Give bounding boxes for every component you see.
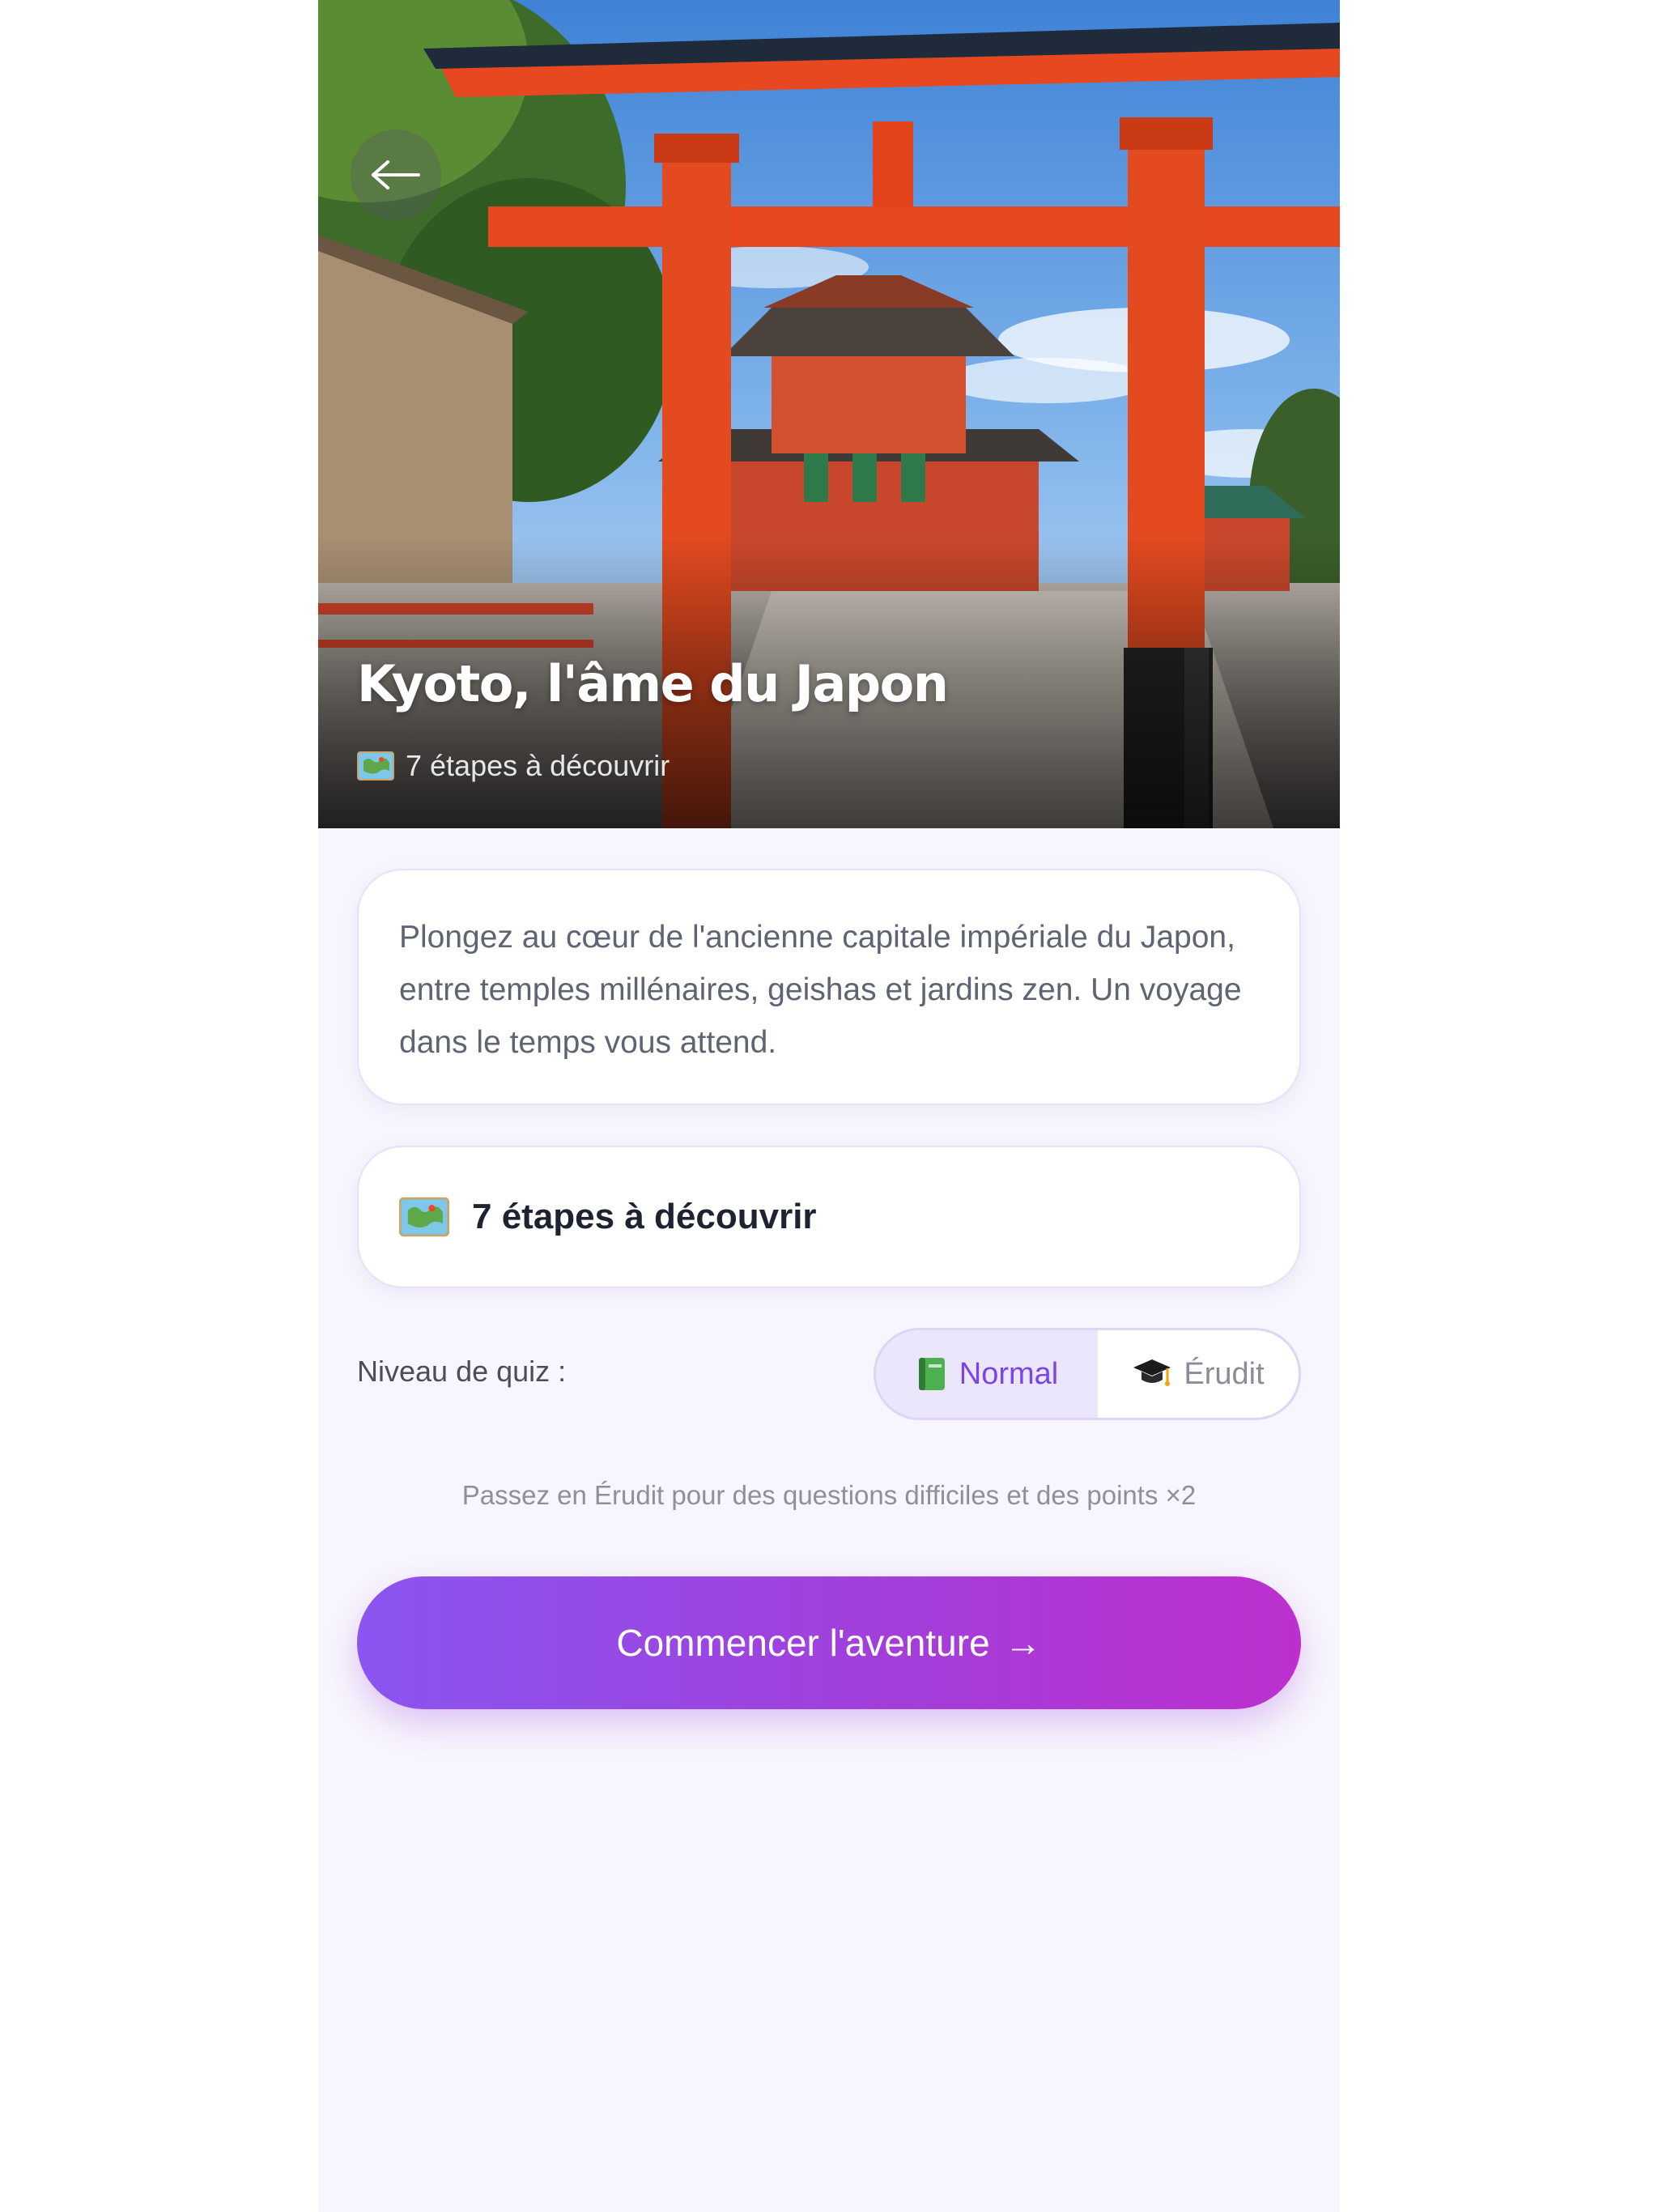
hero-subtitle: 7 étapes à découvrir xyxy=(357,749,670,783)
steps-card: 7 étapes à découvrir xyxy=(357,1146,1301,1288)
quiz-option-normal[interactable]: Normal xyxy=(876,1330,1098,1418)
map-icon xyxy=(399,1197,449,1237)
hero-subtitle-text: 7 étapes à découvrir xyxy=(406,749,670,782)
page-title: Kyoto, l'âme du Japon xyxy=(357,654,949,713)
back-button[interactable] xyxy=(351,130,441,220)
app-screen: Kyoto, l'âme du Japon 7 étapes à découvr… xyxy=(318,0,1340,2212)
graduation-cap-icon xyxy=(1133,1359,1171,1386)
arrow-left-icon xyxy=(372,160,420,189)
description-card: Plongez au cœur de l'ancienne capitale i… xyxy=(357,869,1301,1105)
quiz-hint: Passez en Érudit pour des questions diff… xyxy=(461,1480,1197,1510)
description-text: Plongez au cœur de l'ancienne capitale i… xyxy=(399,920,1242,1060)
quiz-level-label: Niveau de quiz : xyxy=(357,1355,567,1388)
quiz-option-normal-label: Normal xyxy=(959,1356,1059,1391)
quiz-level-toggle: Normal Érudit xyxy=(874,1328,1301,1420)
arrow-right-icon: → xyxy=(1004,1622,1042,1664)
start-adventure-label: Commencer l'aventure xyxy=(616,1622,990,1664)
hero-banner: Kyoto, l'âme du Japon 7 étapes à découvr… xyxy=(318,0,1340,828)
quiz-option-erudit[interactable]: Érudit xyxy=(1098,1330,1299,1418)
map-icon xyxy=(357,751,394,781)
green-book-icon xyxy=(918,1358,945,1390)
quiz-option-erudit-label: Érudit xyxy=(1184,1356,1265,1391)
start-adventure-button[interactable]: Commencer l'aventure → xyxy=(357,1576,1301,1709)
steps-label: 7 étapes à découvrir xyxy=(472,1197,817,1236)
